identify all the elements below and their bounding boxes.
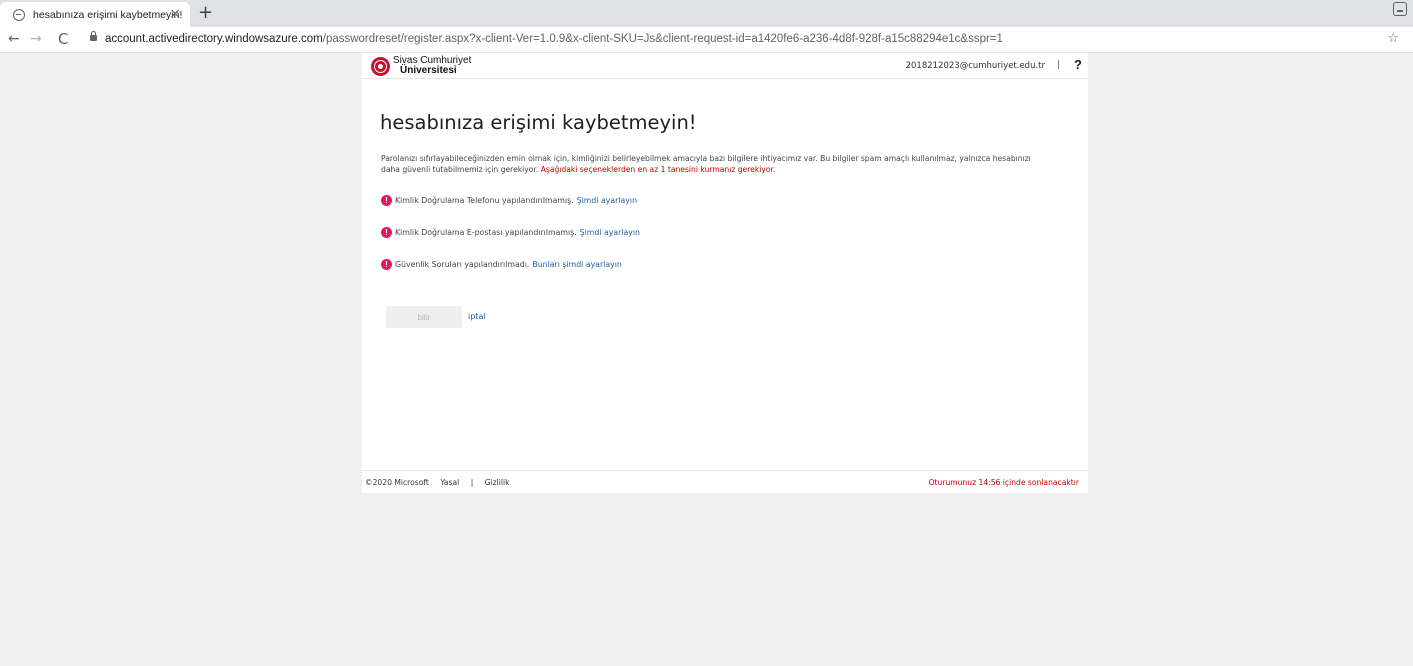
reload-button[interactable]: C (58, 31, 68, 47)
url-host: account.activedirectory.windowsazure.com (105, 33, 323, 45)
alert-icon: ! (381, 195, 392, 206)
setup-phone-link[interactable]: Şimdi ayarlayın (577, 196, 637, 205)
new-tab-button[interactable]: + (198, 3, 213, 23)
setup-email-link[interactable]: Şimdi ayarlayın (580, 228, 640, 237)
alert-icon: ! (381, 227, 392, 238)
auth-phone-text: Kimlik Doğrulama Telefonu yapılandırılma… (395, 196, 574, 205)
browser-toolbar: ← → C account.activedirectory.windowsazu… (0, 27, 1413, 53)
footer-links: ©2020 Microsoft Yasal | Gizlilik (365, 478, 519, 487)
auth-email-item: ! Kimlik Doğrulama E-postası yapılandırı… (381, 227, 640, 238)
auth-phone-item: ! Kimlik Doğrulama Telefonu yapılandırıl… (381, 195, 637, 206)
auth-email-text: Kimlik Doğrulama E-postası yapılandırılm… (395, 228, 577, 237)
browser-tabstrip: hesabınıza erişimi kaybetmeyin! × + (0, 0, 1413, 27)
copyright-text: ©2020 Microsoft (365, 478, 429, 487)
page-footer: ©2020 Microsoft Yasal | Gizlilik Oturumu… (362, 470, 1088, 493)
header-separator: | (1056, 60, 1060, 70)
brand-line2: Üniversitesi (400, 65, 457, 76)
finish-button[interactable]: bitir (386, 306, 462, 328)
bookmark-star-icon[interactable]: ☆ (1387, 31, 1399, 46)
session-timeout-text: Oturumunuz 14:56 içinde sonlanacaktır (928, 478, 1079, 487)
security-questions-item: ! Güvenlik Soruları yapılandırılmadı. Bu… (381, 259, 622, 270)
back-button[interactable]: ← (8, 31, 20, 47)
close-tab-icon[interactable]: × (169, 6, 181, 22)
url-path: /passwordreset/register.aspx?x-client-Ve… (322, 33, 1003, 45)
page-header: Sivas Cumhuriyet Üniversitesi 2018212023… (362, 53, 1088, 79)
help-button[interactable]: ? (1074, 57, 1082, 72)
forward-button[interactable]: → (30, 31, 42, 47)
university-logo-icon (371, 57, 390, 76)
tab-title: hesabınıza erişimi kaybetmeyin! (33, 8, 183, 21)
alert-icon: ! (381, 259, 392, 270)
warning-text: Aşağıdaki seçeneklerden en az 1 tanesini… (540, 165, 776, 174)
page-title: hesabınıza erişimi kaybetmeyin! (380, 111, 697, 134)
privacy-link[interactable]: Gizlilik (485, 478, 510, 487)
setup-questions-link[interactable]: Bunları şimdi ayarlayın (532, 260, 622, 269)
security-questions-text: Güvenlik Soruları yapılandırılmadı. (395, 260, 530, 269)
browser-tab[interactable]: hesabınıza erişimi kaybetmeyin! × (0, 2, 190, 27)
address-bar[interactable]: account.activedirectory.windowsazure.com… (105, 33, 1003, 45)
footer-separator: | (470, 478, 474, 487)
window-minimize-icon[interactable] (1393, 2, 1407, 16)
globe-icon (13, 8, 25, 21)
brand-name: Sivas Cumhuriyet Üniversitesi (393, 56, 471, 76)
legal-link[interactable]: Yasal (440, 478, 459, 487)
lock-icon[interactable] (90, 31, 97, 41)
cancel-link[interactable]: iptal (468, 312, 486, 321)
user-account[interactable]: 2018212023@cumhuriyet.edu.tr (906, 61, 1045, 71)
page-card: Sivas Cumhuriyet Üniversitesi 2018212023… (362, 53, 1088, 493)
page-description: Parolanızı sıfırlayabileceğinizden emin … (381, 153, 1041, 175)
